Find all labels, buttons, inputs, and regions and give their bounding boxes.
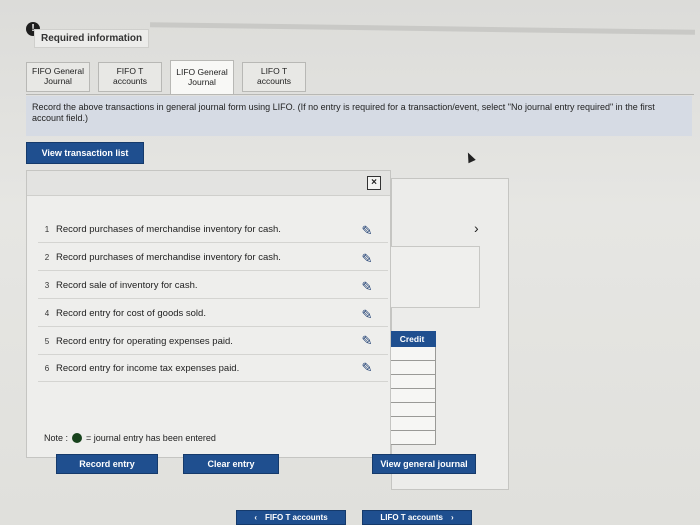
row-number: 4 xyxy=(44,308,50,318)
transaction-row[interactable]: 6 Record entry for income tax expenses p… xyxy=(38,355,388,382)
note: Note : = journal entry has been entered xyxy=(44,433,216,443)
transaction-row[interactable]: 1 Record purchases of merchandise invent… xyxy=(38,216,388,243)
instruction-text: Record the above transactions in general… xyxy=(26,96,692,136)
header-divider xyxy=(149,22,696,35)
tab-lifo-general-journal[interactable]: LIFO General Journal xyxy=(170,60,234,94)
row-description: Record entry for cost of goods sold. xyxy=(56,307,206,319)
chevron-right-icon[interactable]: › xyxy=(474,220,479,236)
tab-fifo-t-accounts[interactable]: FIFO T accounts xyxy=(98,62,162,92)
pencil-icon[interactable]: ✎ xyxy=(360,252,374,266)
record-entry-button[interactable]: Record entry xyxy=(56,454,158,474)
view-general-journal-button[interactable]: View general journal xyxy=(372,454,476,474)
credit-cell[interactable] xyxy=(388,431,436,445)
credit-cell[interactable] xyxy=(388,347,436,361)
lifo-t-accounts-button[interactable]: LIFO T accounts › xyxy=(362,510,472,525)
pencil-icon[interactable]: ✎ xyxy=(360,361,374,375)
credit-column: Credit xyxy=(388,331,436,445)
green-dot-icon xyxy=(72,433,83,443)
row-description: Record sale of inventory for cash. xyxy=(56,279,198,291)
credit-header: Credit xyxy=(388,331,436,347)
note-prefix: Note : xyxy=(44,433,69,443)
row-number: 1 xyxy=(44,224,50,234)
tab-divider xyxy=(26,94,694,95)
mouse-cursor-icon xyxy=(464,150,476,164)
transaction-row[interactable]: 5 Record entry for operating expenses pa… xyxy=(38,328,388,355)
chevron-right-icon: › xyxy=(451,513,454,522)
required-information-label: Required information xyxy=(34,29,150,48)
transaction-row[interactable]: 2 Record purchases of merchandise invent… xyxy=(38,244,388,271)
fifo-t-accounts-button[interactable]: ‹ FIFO T accounts xyxy=(236,510,346,525)
credit-cell[interactable] xyxy=(388,361,436,375)
journal-entry-area xyxy=(389,246,480,308)
transaction-row[interactable]: 3 Record sale of inventory for cash. xyxy=(38,272,388,299)
credit-cell[interactable] xyxy=(388,417,436,431)
lifo-t-accounts-label: LIFO T accounts xyxy=(380,513,443,522)
credit-cell[interactable] xyxy=(388,389,436,403)
credit-cell[interactable] xyxy=(388,375,436,389)
view-transaction-list-button[interactable]: View transaction list xyxy=(26,142,144,164)
row-description: Record entry for income tax expenses pai… xyxy=(56,362,240,374)
row-description: Record purchases of merchandise inventor… xyxy=(56,251,281,263)
tab-bar: FIFO General Journal FIFO T accounts LIF… xyxy=(26,60,314,94)
pencil-icon[interactable]: ✎ xyxy=(360,280,374,294)
transaction-row[interactable]: 4 Record entry for cost of goods sold. xyxy=(38,300,388,327)
pencil-icon[interactable]: ✎ xyxy=(360,224,374,238)
row-number: 3 xyxy=(44,280,50,290)
modal-header xyxy=(27,171,390,196)
tab-fifo-general-journal[interactable]: FIFO General Journal xyxy=(26,62,90,92)
row-description: Record entry for operating expenses paid… xyxy=(56,335,233,347)
row-number: 5 xyxy=(44,336,50,346)
row-number: 6 xyxy=(44,363,50,373)
close-icon[interactable]: × xyxy=(367,176,381,190)
pencil-icon[interactable]: ✎ xyxy=(360,334,374,348)
chevron-left-icon: ‹ xyxy=(254,513,257,522)
row-number: 2 xyxy=(44,252,50,262)
tab-lifo-t-accounts[interactable]: LIFO T accounts xyxy=(242,62,306,92)
fifo-t-accounts-label: FIFO T accounts xyxy=(265,513,328,522)
pencil-icon[interactable]: ✎ xyxy=(360,308,374,322)
credit-cell[interactable] xyxy=(388,403,436,417)
note-text: = journal entry has been entered xyxy=(86,433,216,443)
clear-entry-button[interactable]: Clear entry xyxy=(183,454,279,474)
row-description: Record purchases of merchandise inventor… xyxy=(56,223,281,235)
